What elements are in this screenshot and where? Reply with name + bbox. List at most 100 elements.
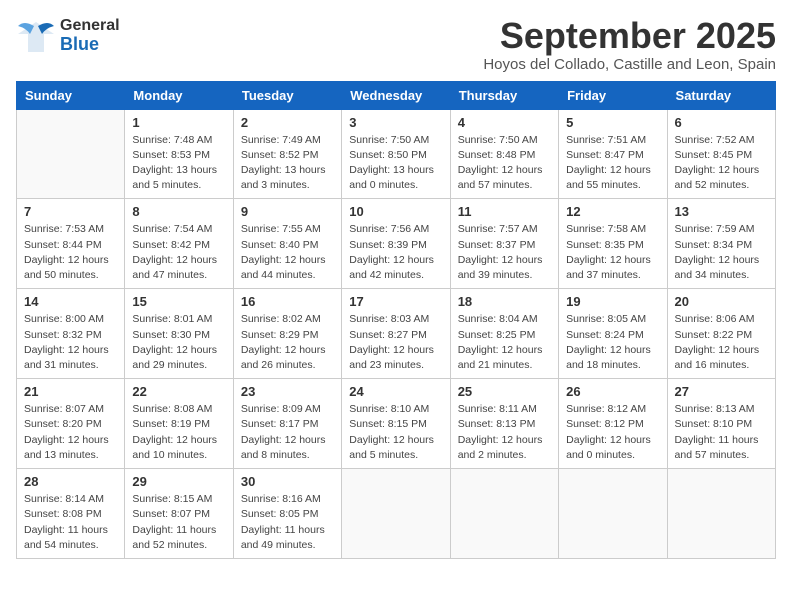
calendar-week-2: 14 Sunrise: 8:00 AM Sunset: 8:32 PM Dayli… — [17, 289, 776, 379]
day-number: 3 — [349, 115, 442, 130]
day-number: 6 — [675, 115, 768, 130]
calendar-cell: 7 Sunrise: 7:53 AM Sunset: 8:44 PM Daylig… — [17, 199, 125, 289]
day-info: Sunrise: 8:08 AM Sunset: 8:19 PM Dayligh… — [132, 402, 225, 463]
calendar-cell: 28Sunrise: 8:14 AM Sunset: 8:08 PM Dayli… — [17, 469, 125, 559]
calendar-week-0: 1Sunrise: 7:48 AM Sunset: 8:53 PM Daylig… — [17, 109, 776, 199]
calendar-cell: 26 Sunrise: 8:12 AM Sunset: 8:12 PM Dayli… — [559, 379, 667, 469]
calendar-cell: 8Sunrise: 7:54 AM Sunset: 8:42 PM Daylig… — [125, 199, 233, 289]
day-number: 11 — [458, 204, 551, 219]
day-info: Sunrise: 7:53 AM Sunset: 8:44 PM Dayligh… — [24, 222, 117, 283]
logo-blue-text: Blue — [60, 35, 120, 55]
day-info: Sunrise: 7:58 AM Sunset: 8:35 PM Dayligh… — [566, 222, 659, 283]
weekday-header-thursday: Thursday — [450, 81, 558, 109]
day-number: 21 — [24, 384, 117, 399]
calendar-week-1: 7 Sunrise: 7:53 AM Sunset: 8:44 PM Daylig… — [17, 199, 776, 289]
day-number: 27 — [675, 384, 768, 399]
day-number: 9 — [241, 204, 334, 219]
logo: General Blue — [16, 16, 120, 56]
day-number: 7 — [24, 204, 117, 219]
day-info: Sunrise: 7:57 AM Sunset: 8:37 PM Dayligh… — [458, 222, 551, 283]
day-info: Sunrise: 8:04 AM Sunset: 8:25 PM Dayligh… — [458, 312, 551, 373]
month-title: September 2025 — [483, 16, 776, 56]
day-number: 16 — [241, 294, 334, 309]
day-info: Sunrise: 8:02 AM Sunset: 8:29 PM Dayligh… — [241, 312, 334, 373]
calendar-cell: 1Sunrise: 7:48 AM Sunset: 8:53 PM Daylig… — [125, 109, 233, 199]
calendar-cell: 3 Sunrise: 7:50 AM Sunset: 8:50 PM Daylig… — [342, 109, 450, 199]
calendar-cell: 29Sunrise: 8:15 AM Sunset: 8:07 PM Dayli… — [125, 469, 233, 559]
day-info: Sunrise: 8:01 AM Sunset: 8:30 PM Dayligh… — [132, 312, 225, 373]
day-number: 1 — [132, 115, 225, 130]
day-number: 23 — [241, 384, 334, 399]
calendar-cell: 15 Sunrise: 8:01 AM Sunset: 8:30 PM Dayli… — [125, 289, 233, 379]
calendar-week-3: 21Sunrise: 8:07 AM Sunset: 8:20 PM Dayli… — [17, 379, 776, 469]
calendar-cell: 16 Sunrise: 8:02 AM Sunset: 8:29 PM Dayli… — [233, 289, 341, 379]
day-info: Sunrise: 8:14 AM Sunset: 8:08 PM Dayligh… — [24, 492, 117, 553]
day-number: 19 — [566, 294, 659, 309]
day-number: 2 — [241, 115, 334, 130]
day-info: Sunrise: 7:55 AM Sunset: 8:40 PM Dayligh… — [241, 222, 334, 283]
logo-general-text: General — [60, 17, 120, 35]
calendar-cell: 2 Sunrise: 7:49 AM Sunset: 8:52 PM Daylig… — [233, 109, 341, 199]
calendar-cell: 12 Sunrise: 7:58 AM Sunset: 8:35 PM Dayli… — [559, 199, 667, 289]
day-info: Sunrise: 8:06 AM Sunset: 8:22 PM Dayligh… — [675, 312, 768, 373]
day-info: Sunrise: 7:49 AM Sunset: 8:52 PM Dayligh… — [241, 133, 334, 194]
day-info: Sunrise: 7:50 AM Sunset: 8:50 PM Dayligh… — [349, 133, 442, 194]
calendar-body: 1Sunrise: 7:48 AM Sunset: 8:53 PM Daylig… — [17, 109, 776, 558]
day-number: 12 — [566, 204, 659, 219]
day-number: 15 — [132, 294, 225, 309]
calendar-cell: 20Sunrise: 8:06 AM Sunset: 8:22 PM Dayli… — [667, 289, 775, 379]
day-number: 26 — [566, 384, 659, 399]
calendar-cell: 10Sunrise: 7:56 AM Sunset: 8:39 PM Dayli… — [342, 199, 450, 289]
calendar-cell: 22 Sunrise: 8:08 AM Sunset: 8:19 PM Dayli… — [125, 379, 233, 469]
calendar-cell: 11 Sunrise: 7:57 AM Sunset: 8:37 PM Dayli… — [450, 199, 558, 289]
calendar-cell: 13Sunrise: 7:59 AM Sunset: 8:34 PM Dayli… — [667, 199, 775, 289]
day-info: Sunrise: 8:11 AM Sunset: 8:13 PM Dayligh… — [458, 402, 551, 463]
day-info: Sunrise: 8:10 AM Sunset: 8:15 PM Dayligh… — [349, 402, 442, 463]
calendar-cell — [342, 469, 450, 559]
day-info: Sunrise: 8:15 AM Sunset: 8:07 PM Dayligh… — [132, 492, 225, 553]
weekday-header-wednesday: Wednesday — [342, 81, 450, 109]
calendar-cell: 14 Sunrise: 8:00 AM Sunset: 8:32 PM Dayli… — [17, 289, 125, 379]
logo-text: General Blue — [60, 17, 120, 54]
day-info: Sunrise: 8:12 AM Sunset: 8:12 PM Dayligh… — [566, 402, 659, 463]
weekday-row: SundayMondayTuesdayWednesdayThursdayFrid… — [17, 81, 776, 109]
calendar-cell — [450, 469, 558, 559]
calendar-cell — [559, 469, 667, 559]
calendar-cell: 19 Sunrise: 8:05 AM Sunset: 8:24 PM Dayli… — [559, 289, 667, 379]
day-number: 30 — [241, 474, 334, 489]
calendar-cell: 25Sunrise: 8:11 AM Sunset: 8:13 PM Dayli… — [450, 379, 558, 469]
calendar-header: SundayMondayTuesdayWednesdayThursdayFrid… — [17, 81, 776, 109]
day-number: 13 — [675, 204, 768, 219]
calendar-cell: 30Sunrise: 8:16 AM Sunset: 8:05 PM Dayli… — [233, 469, 341, 559]
logo-bird-icon — [16, 16, 56, 56]
day-number: 22 — [132, 384, 225, 399]
day-info: Sunrise: 8:03 AM Sunset: 8:27 PM Dayligh… — [349, 312, 442, 373]
calendar-cell — [17, 109, 125, 199]
day-number: 10 — [349, 204, 442, 219]
day-number: 18 — [458, 294, 551, 309]
calendar-cell: 18 Sunrise: 8:04 AM Sunset: 8:25 PM Dayli… — [450, 289, 558, 379]
day-info: Sunrise: 7:51 AM Sunset: 8:47 PM Dayligh… — [566, 133, 659, 194]
location-title: Hoyos del Collado, Castille and Leon, Sp… — [483, 56, 776, 73]
calendar-cell: 6 Sunrise: 7:52 AM Sunset: 8:45 PM Daylig… — [667, 109, 775, 199]
weekday-header-saturday: Saturday — [667, 81, 775, 109]
weekday-header-monday: Monday — [125, 81, 233, 109]
calendar-cell: 23 Sunrise: 8:09 AM Sunset: 8:17 PM Dayli… — [233, 379, 341, 469]
calendar-cell: 27 Sunrise: 8:13 AM Sunset: 8:10 PM Dayli… — [667, 379, 775, 469]
day-info: Sunrise: 7:52 AM Sunset: 8:45 PM Dayligh… — [675, 133, 768, 194]
day-info: Sunrise: 8:00 AM Sunset: 8:32 PM Dayligh… — [24, 312, 117, 373]
day-number: 8 — [132, 204, 225, 219]
day-info: Sunrise: 7:50 AM Sunset: 8:48 PM Dayligh… — [458, 133, 551, 194]
calendar-cell: 21Sunrise: 8:07 AM Sunset: 8:20 PM Dayli… — [17, 379, 125, 469]
weekday-header-sunday: Sunday — [17, 81, 125, 109]
day-number: 17 — [349, 294, 442, 309]
calendar-cell: 9 Sunrise: 7:55 AM Sunset: 8:40 PM Daylig… — [233, 199, 341, 289]
calendar-cell — [667, 469, 775, 559]
day-info: Sunrise: 8:09 AM Sunset: 8:17 PM Dayligh… — [241, 402, 334, 463]
day-info: Sunrise: 8:05 AM Sunset: 8:24 PM Dayligh… — [566, 312, 659, 373]
day-info: Sunrise: 8:13 AM Sunset: 8:10 PM Dayligh… — [675, 402, 768, 463]
calendar-week-4: 28Sunrise: 8:14 AM Sunset: 8:08 PM Dayli… — [17, 469, 776, 559]
calendar-cell: 24Sunrise: 8:10 AM Sunset: 8:15 PM Dayli… — [342, 379, 450, 469]
day-number: 14 — [24, 294, 117, 309]
day-number: 5 — [566, 115, 659, 130]
